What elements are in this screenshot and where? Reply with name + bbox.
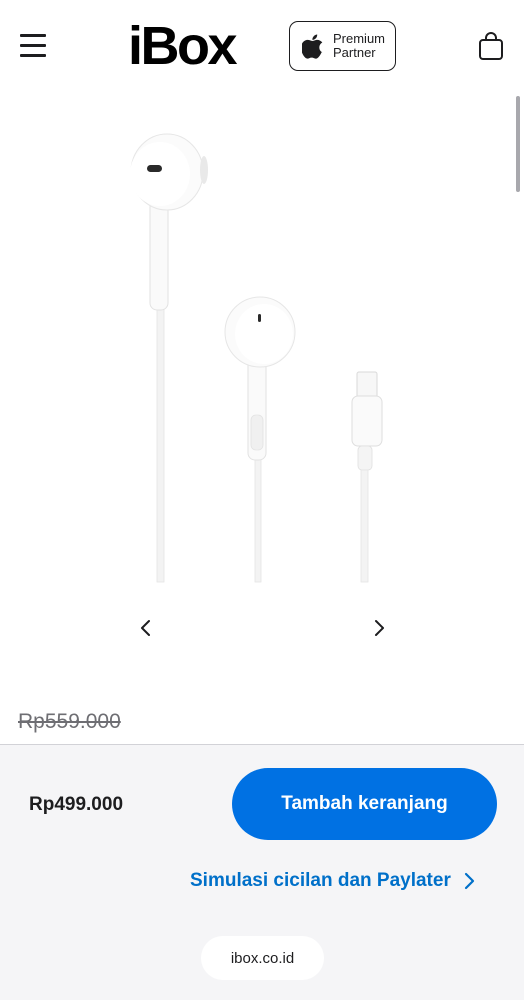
installment-link-label: Simulasi cicilan dan Paylater <box>190 870 451 891</box>
shopping-bag-icon[interactable] <box>477 31 505 61</box>
site-header: iBox Premium Partner <box>0 0 524 92</box>
badge-line-2: Partner <box>333 45 376 60</box>
badge-text: Premium Partner <box>333 32 385 60</box>
browser-url-bar[interactable]: ibox.co.id <box>201 936 324 980</box>
product-page: iBox Premium Partner Rp559.000 Rp499.000… <box>0 0 524 1000</box>
apple-logo-icon <box>302 34 323 59</box>
chevron-left-icon[interactable] <box>134 616 158 640</box>
chevron-right-icon <box>464 872 474 890</box>
premium-partner-badge: Premium Partner <box>289 21 396 71</box>
ibox-logo[interactable]: iBox <box>128 18 238 74</box>
original-price: Rp559.000 <box>18 710 121 733</box>
current-price: Rp499.000 <box>29 794 124 815</box>
badge-line-1: Premium <box>333 31 386 46</box>
product-image-earpods <box>130 133 383 583</box>
scrollbar[interactable] <box>516 96 520 192</box>
installment-simulation-link[interactable]: Simulasi cicilan dan Paylater <box>190 868 475 894</box>
hamburger-menu-icon[interactable] <box>18 30 48 60</box>
add-to-cart-button[interactable]: Tambah keranjang <box>232 768 497 840</box>
chevron-right-icon[interactable] <box>367 616 391 640</box>
